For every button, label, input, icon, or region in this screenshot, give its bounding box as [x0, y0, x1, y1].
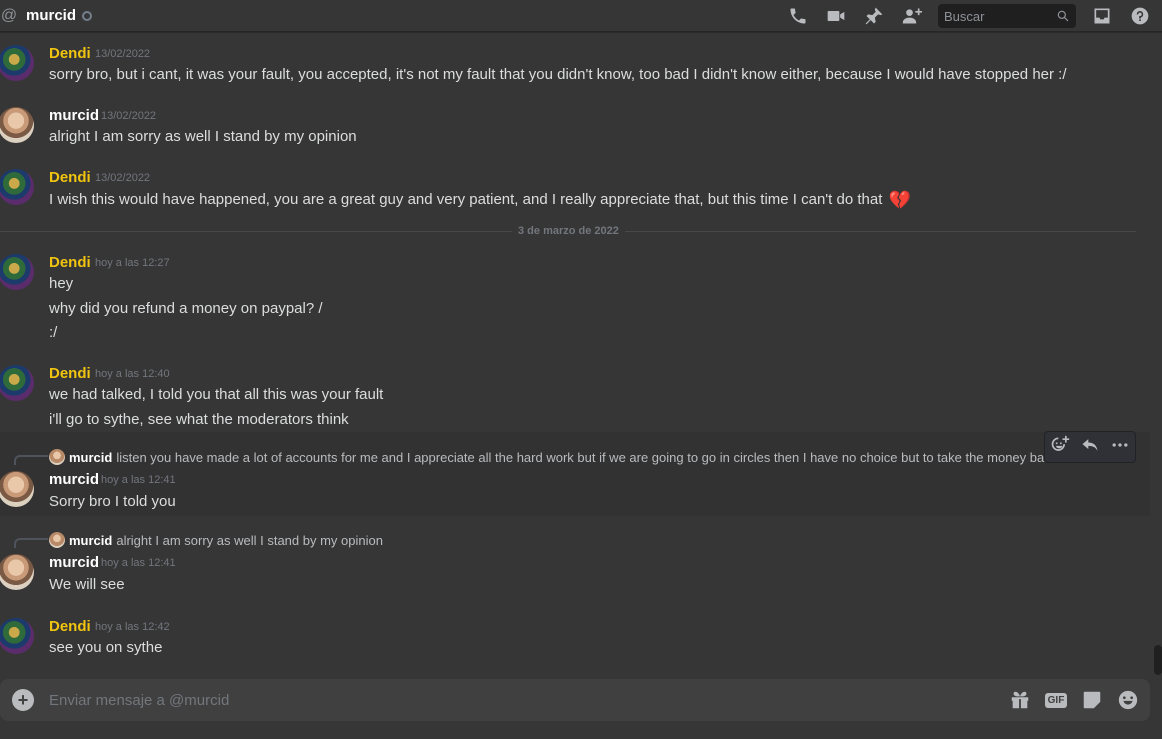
message-text: see you on sythe [49, 639, 163, 656]
timestamp: hoy a las 12:41 [101, 557, 176, 569]
timestamp: hoy a las 12:41 [101, 474, 176, 486]
avatar[interactable] [0, 254, 34, 290]
video-icon[interactable] [824, 4, 848, 28]
message-input[interactable] [49, 691, 949, 709]
at-icon: @ [0, 6, 18, 24]
author-name[interactable]: Dendi [49, 169, 91, 186]
timestamp: 13/02/2022 [95, 48, 151, 60]
search-box[interactable] [938, 4, 1076, 28]
avatar[interactable] [0, 365, 34, 401]
message-list: Dendi 13/02/2022 sorry bro, but i cant, … [0, 33, 1150, 673]
avatar[interactable] [0, 618, 34, 654]
reply-spine [14, 455, 48, 465]
phone-icon[interactable] [786, 4, 810, 28]
plus-icon[interactable]: + [12, 689, 34, 711]
message-actions [1044, 431, 1136, 463]
status-indicator [82, 10, 93, 21]
reply-avatar [49, 532, 65, 548]
timestamp: hoy a las 12:40 [95, 368, 170, 380]
author-name[interactable]: murcid [49, 107, 99, 124]
timestamp: 13/02/2022 [95, 172, 151, 184]
author-name[interactable]: Dendi [49, 365, 91, 382]
avatar[interactable] [0, 107, 34, 143]
author-name[interactable]: murcid [49, 554, 99, 571]
sticker-icon[interactable] [1080, 688, 1104, 712]
message-text: we had talked, I told you that all this … [49, 386, 384, 403]
reply-avatar [49, 449, 65, 465]
message-text: hey [49, 275, 74, 292]
scrollbar-thumb[interactable] [1154, 645, 1162, 675]
author-name[interactable]: Dendi [49, 618, 91, 635]
avatar[interactable] [0, 45, 34, 81]
message-text: We will see [49, 576, 125, 593]
message-text-content: I wish this would have happened, you are… [49, 191, 883, 208]
message-text: why did you refund a money on paypal? / [49, 300, 323, 317]
avatar[interactable] [0, 169, 34, 205]
timestamp: hoy a las 12:42 [95, 621, 170, 633]
search-input[interactable] [944, 8, 1044, 24]
broken-heart-icon: 💔 [888, 190, 911, 210]
reply-preview[interactable]: murcid listen you have made a lot of acc… [49, 449, 1057, 465]
reply-spine [14, 538, 48, 548]
gif-label: GIF [1044, 692, 1068, 708]
add-reaction-icon[interactable] [1050, 435, 1070, 460]
author-name[interactable]: Dendi [49, 45, 91, 62]
avatar[interactable] [0, 554, 34, 590]
help-icon[interactable] [1128, 4, 1152, 28]
message-text: Sorry bro I told you [49, 493, 176, 510]
emoji-icon[interactable] [1116, 688, 1140, 712]
message-text: sorry bro, but i cant, it was your fault… [49, 66, 1067, 83]
gif-icon[interactable]: GIF [1044, 688, 1068, 712]
timestamp: 13/02/2022 [101, 110, 157, 122]
message-composer: + GIF [0, 679, 1150, 721]
reply-text: listen you have made a lot of accounts f… [116, 449, 1058, 465]
pin-icon[interactable] [862, 4, 886, 28]
search-icon [1057, 10, 1069, 22]
reply-author: murcid [69, 532, 113, 548]
message-text: I wish this would have happened, you are… [49, 190, 911, 211]
gift-icon[interactable] [1008, 688, 1032, 712]
channel-title: murcid [26, 7, 77, 24]
reply-author: murcid [69, 449, 113, 465]
author-name[interactable]: murcid [49, 471, 99, 488]
date-divider-label: 3 de marzo de 2022 [512, 225, 625, 237]
inbox-icon[interactable] [1090, 4, 1114, 28]
more-icon[interactable] [1110, 435, 1130, 460]
channel-header: @ murcid [0, 0, 1162, 32]
message-text: alright I am sorry as well I stand by my… [49, 128, 357, 145]
reply-preview[interactable]: murcid alright I am sorry as well I stan… [49, 532, 383, 548]
add-friend-icon[interactable] [900, 4, 924, 28]
message-text: i'll go to sythe, see what the moderator… [49, 411, 349, 428]
author-name[interactable]: Dendi [49, 254, 91, 271]
reply-text: alright I am sorry as well I stand by my… [116, 532, 383, 548]
timestamp: hoy a las 12:27 [95, 257, 170, 269]
message-text: :/ [49, 324, 58, 341]
reply-icon[interactable] [1080, 435, 1100, 460]
